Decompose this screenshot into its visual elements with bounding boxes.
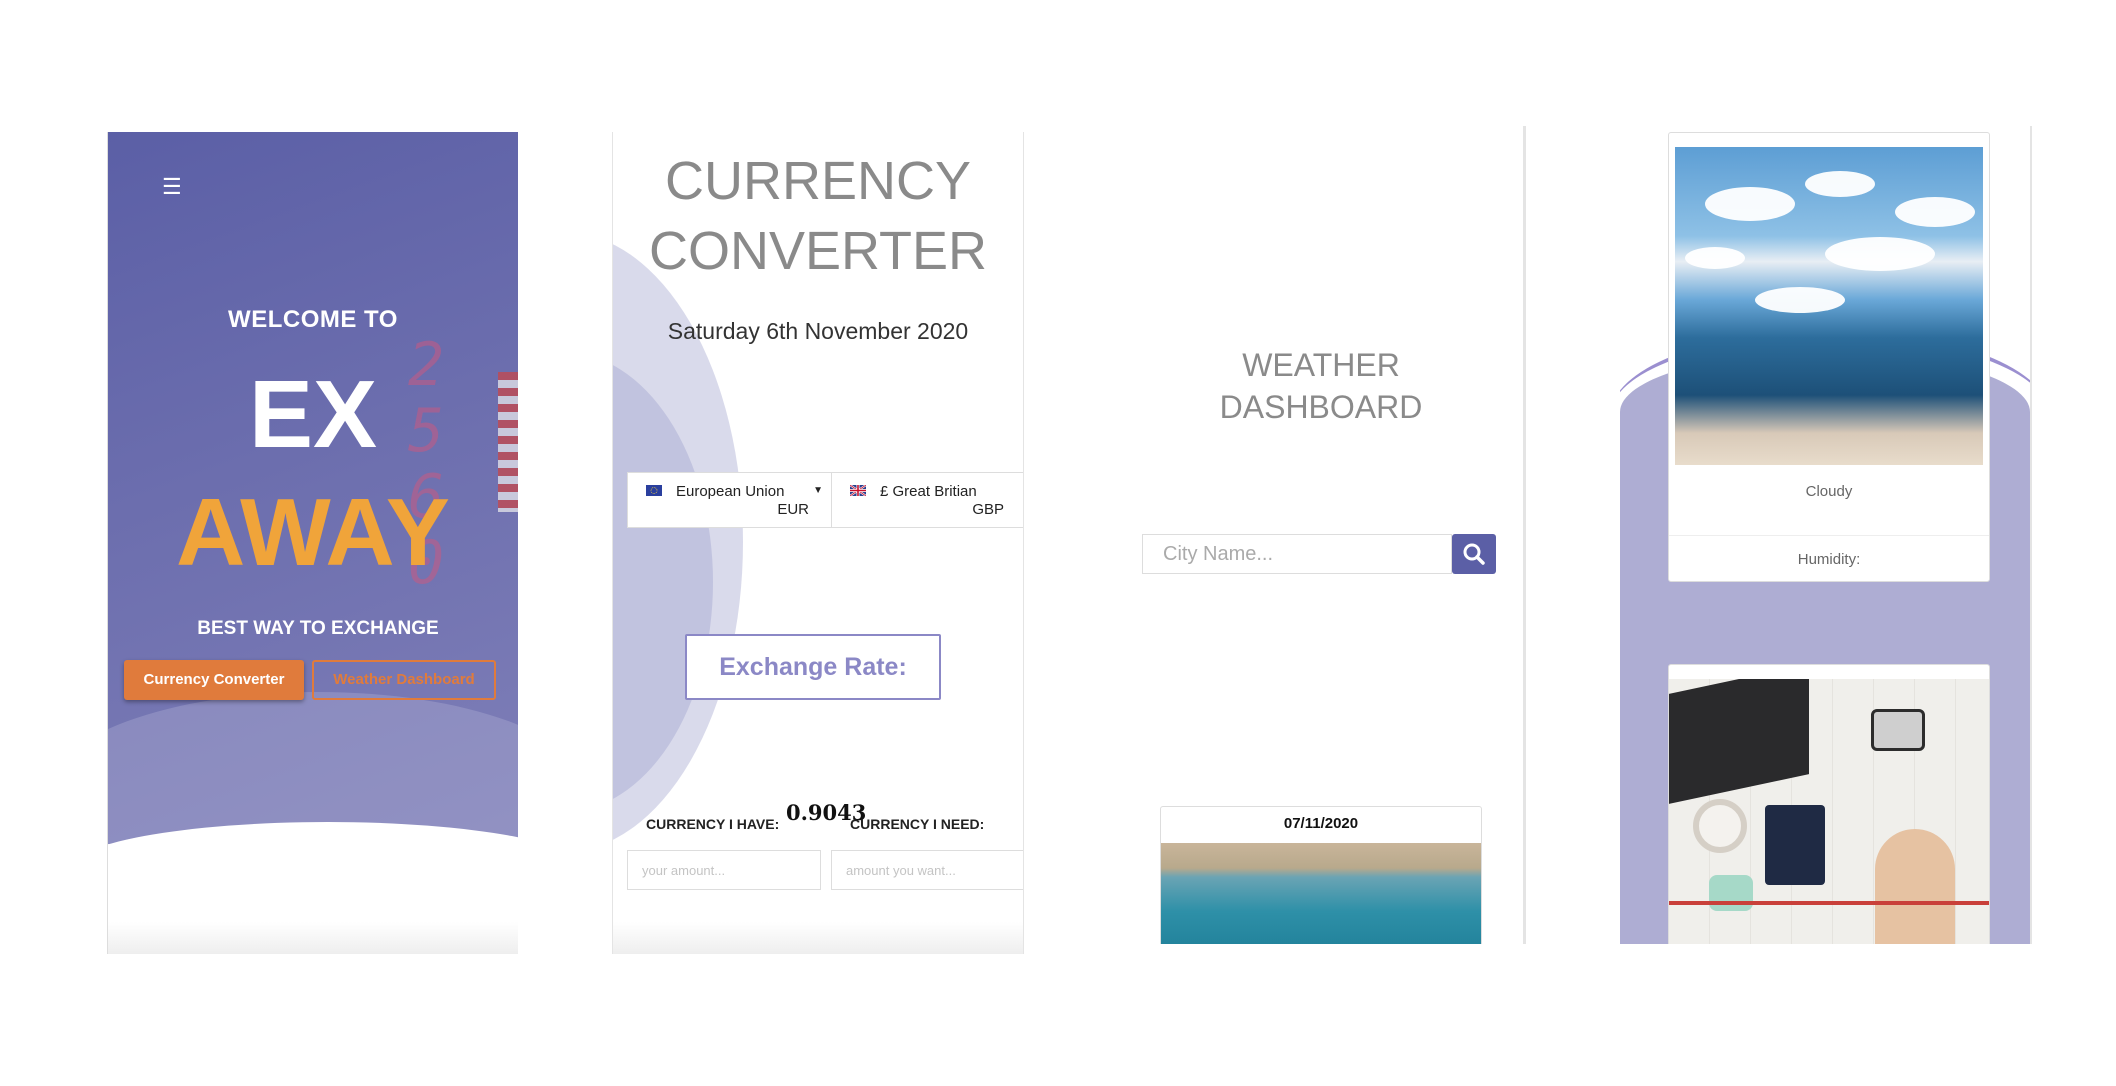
city-search-input[interactable] [1142, 534, 1452, 574]
bottom-fade [108, 922, 518, 954]
eu-flag-icon [646, 485, 662, 496]
from-currency-select[interactable]: European Union EUR ▼ [627, 472, 832, 528]
current-date: Saturday 6th November 2020 [667, 318, 969, 344]
humidity-label: Humidity: [1797, 551, 1861, 568]
divider [1523, 126, 1526, 944]
map-stripe [1669, 901, 1989, 905]
weather-dashboard-button[interactable]: Weather Dashboard [312, 660, 496, 700]
page-title: WEATHER DASHBOARD [1116, 344, 1526, 428]
home-screen: 2 5 6 0 ☰ WELCOME TO EX AWAY BEST WAY TO… [107, 132, 518, 954]
weather-condition: Cloudy [1805, 483, 1853, 500]
welcome-heading: WELCOME TO [228, 306, 398, 333]
laptop-shape [1669, 679, 1809, 804]
weather-dashboard-screen: WEATHER DASHBOARD 07/11/2020 [1116, 126, 1526, 944]
forecast-card: 07/11/2020 [1160, 806, 1482, 944]
title-line: WEATHER [1242, 347, 1400, 383]
hamburger-menu-icon[interactable]: ☰ [162, 174, 182, 200]
search-icon [1463, 543, 1485, 565]
to-currency-name: £ Great Britian [880, 483, 977, 500]
to-currency-select[interactable]: £ Great Britian GBP [831, 472, 1023, 528]
amount-need-input[interactable] [831, 850, 1023, 890]
instant-camera-shape [1709, 875, 1753, 911]
currency-converter-screen: CURRENCY CONVERTER Saturday 6th November… [612, 132, 1024, 954]
hand-shape [1875, 829, 1955, 944]
camera-shape [1871, 709, 1925, 751]
title-line: CONVERTER [648, 221, 988, 281]
from-currency-code: EUR [777, 501, 809, 518]
title-line: CURRENCY [664, 151, 972, 211]
title-line: DASHBOARD [1219, 389, 1423, 425]
santorini-image [1675, 147, 1983, 465]
harbor-image [1161, 843, 1481, 944]
currency-have-label: CURRENCY I HAVE: [646, 816, 780, 832]
bottom-fade [613, 922, 1023, 954]
currency-converter-button[interactable]: Currency Converter [124, 660, 304, 700]
weather-cards-screen: Cloudy Humidity: [1620, 126, 2032, 944]
weather-card: Cloudy Humidity: [1668, 132, 1990, 582]
currency-need-label: CURRENCY I NEED: [850, 816, 985, 832]
brand-ex: EX [248, 361, 378, 468]
to-currency-code: GBP [972, 501, 1004, 518]
uk-flag-icon [850, 485, 866, 496]
brand-away: AWAY [176, 479, 450, 586]
passport-shape [1765, 805, 1825, 885]
amount-have-input[interactable] [627, 850, 821, 890]
exchange-rate-button[interactable]: Exchange Rate: [685, 634, 941, 700]
search-button[interactable] [1452, 534, 1496, 574]
dropdown-caret-icon: ▼ [813, 485, 823, 496]
from-currency-name: European Union [676, 483, 785, 500]
travel-map-image [1669, 679, 1989, 944]
tagline: BEST WAY TO EXCHANGE [197, 618, 439, 639]
page-title: CURRENCY CONVERTER [613, 146, 1023, 286]
divider [1669, 535, 1989, 536]
forecast-date: 07/11/2020 [1283, 815, 1359, 832]
travel-card [1668, 664, 1990, 944]
coffee-shape [1693, 799, 1747, 853]
